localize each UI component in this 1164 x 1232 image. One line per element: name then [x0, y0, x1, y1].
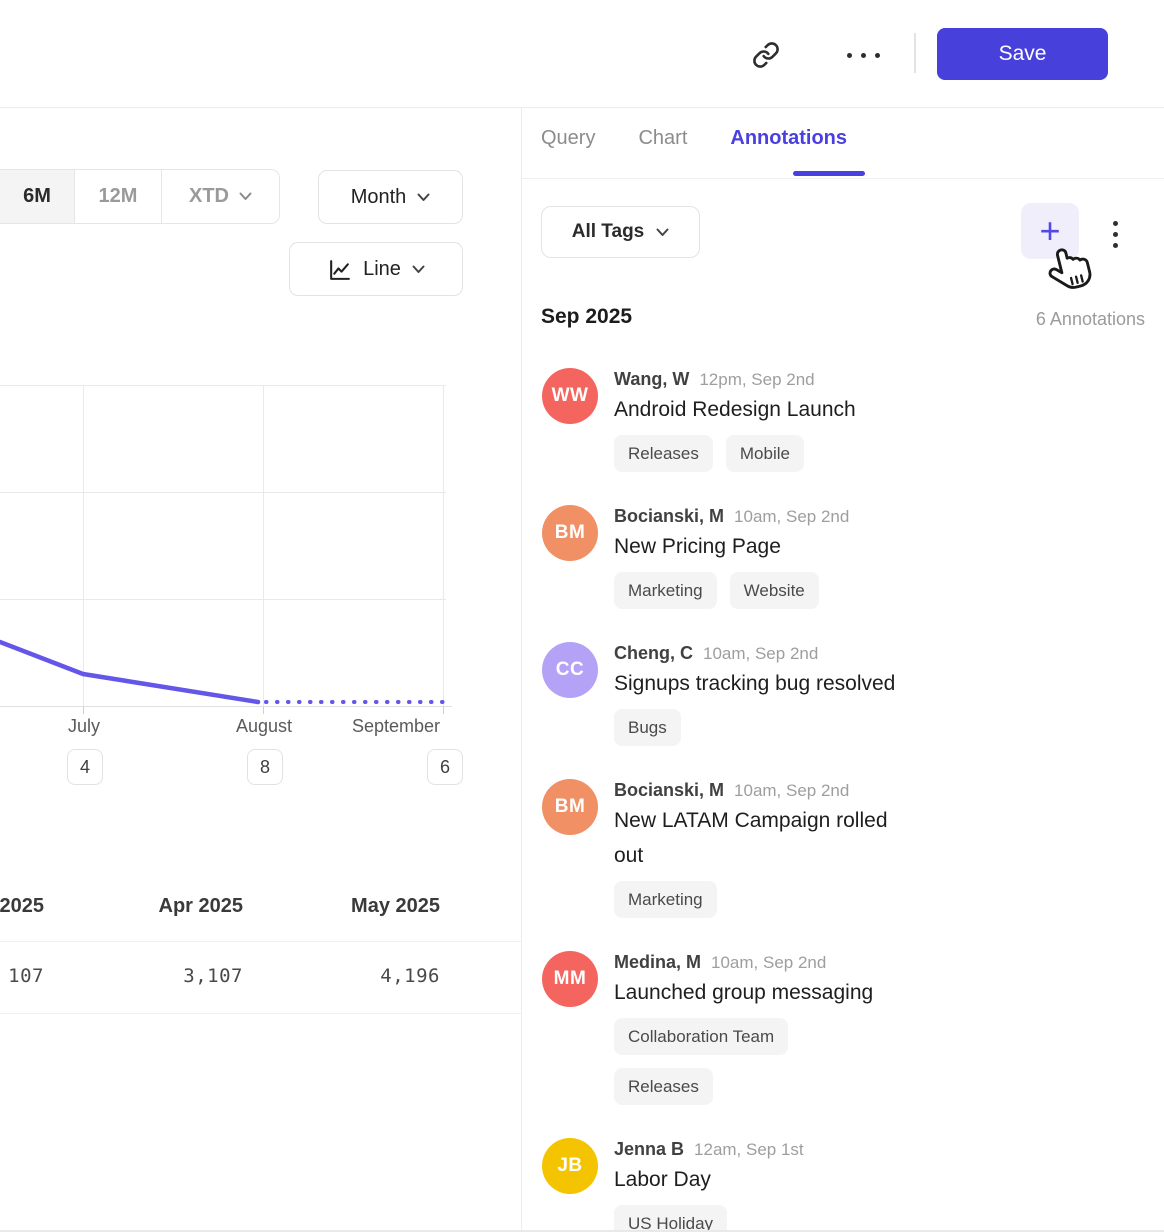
avatar: WW [542, 368, 598, 424]
annotation-time: 12pm, Sep 2nd [699, 370, 814, 390]
annotation-tag[interactable]: Marketing [614, 572, 717, 609]
avatar: MM [542, 951, 598, 1007]
annotation-author: Bocianski, M [614, 506, 724, 527]
granularity-button[interactable]: Month [318, 170, 463, 224]
x-axis-label: July [34, 716, 134, 737]
annotations-count: 6 Annotations [1036, 309, 1145, 330]
chart-line [0, 642, 258, 702]
annotation-time: 10am, Sep 2nd [734, 781, 849, 801]
panel-divider [521, 107, 522, 1232]
annotation-title: Signups tracking bug resolved [614, 666, 895, 701]
annotation-tag[interactable]: Collaboration Team [614, 1018, 788, 1055]
more-menu-button[interactable] [840, 40, 886, 70]
panel-tabs: Query Chart Annotations [541, 127, 847, 150]
plus-icon: + [1039, 213, 1060, 249]
kebab-menu-button[interactable] [1099, 214, 1131, 254]
ellipsis-icon [847, 53, 880, 58]
table-divider [0, 1013, 521, 1014]
annotation-title: Labor Day [614, 1162, 804, 1197]
annotation-tag[interactable]: Website [730, 572, 819, 609]
annotation-title: Launched group messaging [614, 975, 899, 1010]
month-section-header: Sep 2025 [541, 305, 632, 329]
range-option-12m[interactable]: 12M [74, 170, 161, 223]
annotation-tag[interactable]: Releases [614, 1068, 713, 1105]
annotation-item[interactable]: MM Medina, M 10am, Sep 2nd Launched grou… [542, 951, 1147, 1105]
x-axis-label: August [214, 716, 314, 737]
tab-query[interactable]: Query [541, 127, 595, 150]
add-annotation-button[interactable]: + [1021, 203, 1079, 259]
chart-series-svg [0, 375, 446, 711]
annotation-time: 12am, Sep 1st [694, 1140, 804, 1160]
active-tab-underline [793, 171, 865, 176]
annotation-count-badge[interactable]: 6 [427, 749, 463, 785]
annotation-tag[interactable]: Releases [614, 435, 713, 472]
chevron-down-icon [417, 193, 430, 202]
tab-chart[interactable]: Chart [638, 127, 687, 150]
chevron-down-icon [239, 192, 252, 201]
annotation-title: New Pricing Page [614, 529, 849, 564]
header-divider [914, 33, 916, 73]
annotation-title: New LATAM Campaign rolled out [614, 803, 899, 873]
annotation-author: Bocianski, M [614, 780, 724, 801]
annotation-count-badge[interactable]: 8 [247, 749, 283, 785]
avatar: CC [542, 642, 598, 698]
kebab-icon [1113, 221, 1118, 226]
all-tags-label: All Tags [572, 221, 645, 243]
table-header-cell: 2025 [0, 895, 44, 918]
annotation-time: 10am, Sep 2nd [703, 644, 818, 664]
tabs-divider [522, 178, 1164, 179]
annotation-tag[interactable]: Bugs [614, 709, 681, 746]
table-divider [0, 941, 521, 942]
avatar: JB [542, 1138, 598, 1194]
all-tags-filter-button[interactable]: All Tags [541, 206, 700, 258]
annotation-item[interactable]: WW Wang, W 12pm, Sep 2nd Android Redesig… [542, 368, 1147, 472]
top-bar: Save [0, 0, 1164, 108]
range-option-6m[interactable]: 6M [0, 170, 74, 223]
link-icon [752, 41, 780, 69]
annotation-item[interactable]: BM Bocianski, M 10am, Sep 2nd New LATAM … [542, 779, 1147, 918]
granularity-label: Month [351, 186, 407, 209]
analytics-app: Save 6M 12M XTD Month Line [0, 0, 1164, 1232]
annotation-item[interactable]: JB Jenna B 12am, Sep 1st Labor Day US Ho… [542, 1138, 1147, 1232]
range-option-xtd[interactable]: XTD [161, 170, 279, 223]
chevron-down-icon [656, 228, 669, 237]
annotation-tag[interactable]: US Holiday [614, 1205, 727, 1232]
annotation-title: Android Redesign Launch [614, 392, 856, 427]
copy-link-button[interactable] [748, 38, 784, 72]
range-option-xtd-label: XTD [189, 185, 229, 208]
line-chart-icon [327, 257, 352, 282]
annotation-list: WW Wang, W 12pm, Sep 2nd Android Redesig… [542, 368, 1147, 1232]
save-button[interactable]: Save [937, 28, 1108, 80]
annotation-author: Medina, M [614, 952, 701, 973]
annotation-tag[interactable]: Marketing [614, 881, 717, 918]
table-value-cell: 4,196 [290, 965, 440, 987]
x-axis-label: September [336, 716, 456, 737]
table-value-cell: 3,107 [93, 965, 243, 987]
table-header-cell: May 2025 [290, 895, 440, 918]
chart-type-button[interactable]: Line [289, 242, 463, 296]
annotation-author: Cheng, C [614, 643, 693, 664]
annotation-count-badge[interactable]: 4 [67, 749, 103, 785]
annotation-author: Jenna B [614, 1139, 684, 1160]
annotation-author: Wang, W [614, 369, 689, 390]
table-value-cell: 107 [0, 965, 44, 987]
chevron-down-icon [412, 265, 425, 274]
table-header-cell: Apr 2025 [93, 895, 243, 918]
avatar: BM [542, 505, 598, 561]
annotation-item[interactable]: CC Cheng, C 10am, Sep 2nd Signups tracki… [542, 642, 1147, 746]
tab-annotations[interactable]: Annotations [730, 127, 847, 150]
annotation-time: 10am, Sep 2nd [711, 953, 826, 973]
annotation-time: 10am, Sep 2nd [734, 507, 849, 527]
annotation-tag[interactable]: Mobile [726, 435, 804, 472]
date-range-selector: 6M 12M XTD [0, 169, 280, 224]
chart-type-label: Line [363, 258, 401, 281]
annotation-item[interactable]: BM Bocianski, M 10am, Sep 2nd New Pricin… [542, 505, 1147, 609]
avatar: BM [542, 779, 598, 835]
